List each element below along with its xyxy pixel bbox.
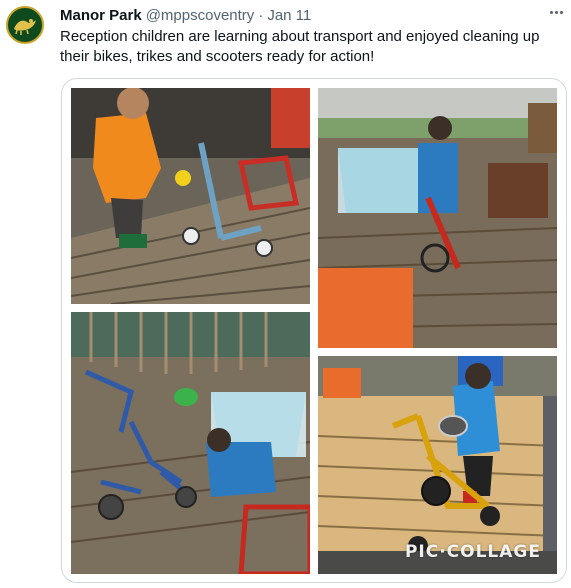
- photo-child-water-tub[interactable]: [318, 88, 557, 348]
- media-collage[interactable]: PIC·COLLAGE: [61, 78, 567, 583]
- photo-child-scooter[interactable]: [71, 88, 310, 304]
- tweet-date[interactable]: Jan 11: [267, 7, 311, 24]
- author-handle[interactable]: @mppscoventry: [146, 7, 255, 24]
- profile-avatar[interactable]: [6, 6, 44, 44]
- tweet[interactable]: Manor Park @mppscoventry · Jan 11 Recept…: [0, 0, 571, 588]
- more-options-icon[interactable]: [546, 2, 566, 22]
- photo-trikes-wash[interactable]: [71, 312, 310, 574]
- photo-child-yellow-trike[interactable]: PIC·COLLAGE: [318, 356, 557, 574]
- school-crest-icon: [14, 19, 36, 35]
- tweet-header: Manor Park @mppscoventry · Jan 11: [60, 5, 311, 25]
- header-separator: ·: [258, 6, 264, 24]
- author-name[interactable]: Manor Park: [60, 7, 142, 24]
- tweet-text: Reception children are learning about tr…: [60, 28, 540, 65]
- collage-watermark: PIC·COLLAGE: [404, 542, 541, 562]
